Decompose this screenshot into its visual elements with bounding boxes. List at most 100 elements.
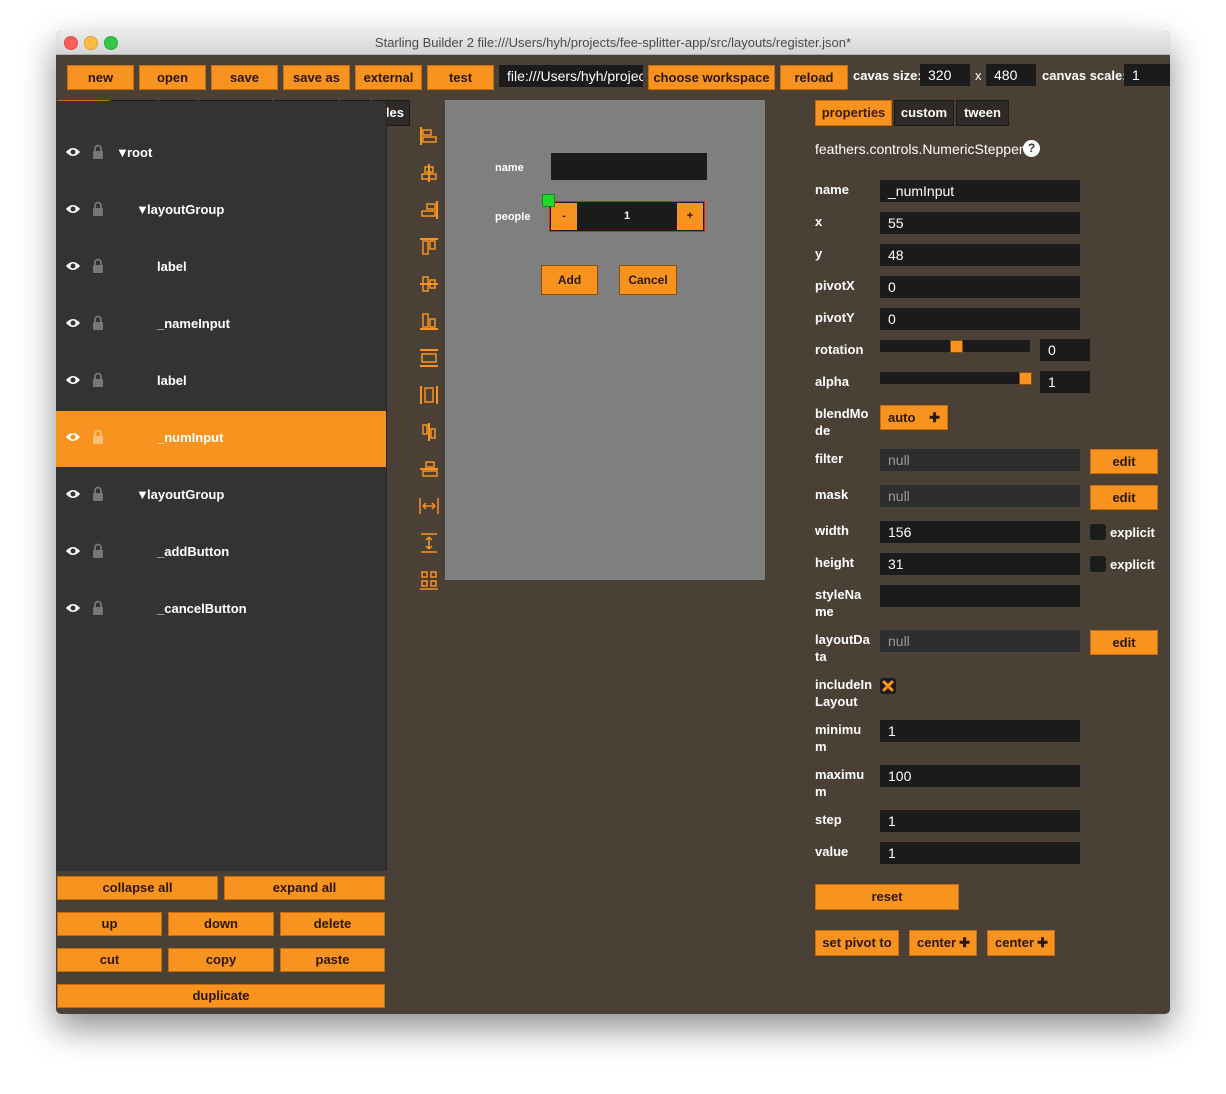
align-center-h-icon[interactable] xyxy=(418,162,440,184)
lock-icon[interactable] xyxy=(92,315,104,330)
prop-stylename-field[interactable] xyxy=(880,585,1080,607)
test-button[interactable]: test xyxy=(427,65,494,90)
prop-name-field[interactable]: _numInput xyxy=(880,180,1080,202)
delete-button[interactable]: delete xyxy=(280,912,385,936)
stage-name-input[interactable] xyxy=(551,153,707,180)
alpha-slider-thumb[interactable] xyxy=(1019,372,1032,385)
align-bottom-icon[interactable] xyxy=(418,310,440,332)
tree-row-layoutgroup-2[interactable]: ▼ layoutGroup xyxy=(56,468,386,524)
reload-button[interactable]: reload xyxy=(780,65,848,90)
lock-icon[interactable] xyxy=(92,486,104,501)
visibility-eye-icon[interactable] xyxy=(65,431,81,443)
open-button[interactable]: open xyxy=(139,65,206,90)
copy-button[interactable]: copy xyxy=(168,948,274,972)
filter-edit-button[interactable]: edit xyxy=(1090,449,1158,474)
visibility-eye-icon[interactable] xyxy=(65,203,81,215)
tab-properties[interactable]: properties xyxy=(815,100,892,126)
prop-mask-field[interactable]: null xyxy=(880,485,1080,507)
stage-canvas[interactable]: name people - 1 + Add Cancel xyxy=(445,100,765,580)
prop-height-field[interactable]: 31 xyxy=(880,553,1080,575)
down-button[interactable]: down xyxy=(168,912,274,936)
canvas-width-field[interactable]: 320 xyxy=(920,64,970,86)
prop-pivotx-field[interactable]: 0 xyxy=(880,276,1080,298)
prop-step-field[interactable]: 1 xyxy=(880,810,1080,832)
visibility-eye-icon[interactable] xyxy=(65,374,81,386)
space-h-icon[interactable] xyxy=(418,495,440,517)
canvas-height-field[interactable]: 480 xyxy=(986,64,1036,86)
lock-icon[interactable] xyxy=(92,258,104,273)
lock-icon[interactable] xyxy=(92,201,104,216)
prop-pivoty-field[interactable]: 0 xyxy=(880,308,1080,330)
tab-custom[interactable]: custom xyxy=(894,100,954,126)
stage-cancel-button[interactable]: Cancel xyxy=(619,265,677,295)
help-icon[interactable]: ? xyxy=(1023,140,1040,157)
save-button[interactable]: save xyxy=(211,65,278,90)
tree-row-layoutgroup[interactable]: ▼ layoutGroup xyxy=(56,183,386,239)
choose-workspace-button[interactable]: choose workspace xyxy=(648,65,775,90)
visibility-eye-icon[interactable] xyxy=(65,260,81,272)
lock-icon[interactable] xyxy=(92,144,104,159)
tree-row-label-2[interactable]: label xyxy=(56,354,386,410)
external-button[interactable]: external xyxy=(355,65,422,90)
space-v-icon[interactable] xyxy=(418,532,440,554)
stepper-value[interactable]: 1 xyxy=(577,203,677,230)
lock-icon[interactable] xyxy=(92,543,104,558)
prop-x-field[interactable]: 55 xyxy=(880,212,1080,234)
distribute-h-icon[interactable] xyxy=(418,458,440,480)
prop-alpha-field[interactable]: 1 xyxy=(1040,371,1090,393)
tree-row-numinput[interactable]: _numInput xyxy=(56,411,386,467)
collapse-all-button[interactable]: collapse all xyxy=(57,876,218,900)
prop-filter-field[interactable]: null xyxy=(880,449,1080,471)
visibility-eye-icon[interactable] xyxy=(65,602,81,614)
duplicate-button[interactable]: duplicate xyxy=(57,984,385,1008)
selection-handle[interactable] xyxy=(542,194,555,207)
width-explicit-checkbox[interactable] xyxy=(1090,524,1106,540)
mask-edit-button[interactable]: edit xyxy=(1090,485,1158,510)
prop-width-field[interactable]: 156 xyxy=(880,521,1080,543)
pivot-x-center-dropdown[interactable]: center ✚ xyxy=(909,930,977,956)
paste-button[interactable]: paste xyxy=(280,948,385,972)
pivot-y-center-dropdown[interactable]: center ✚ xyxy=(987,930,1055,956)
align-left-icon[interactable] xyxy=(418,125,440,147)
align-top-icon[interactable] xyxy=(418,236,440,258)
layoutdata-edit-button[interactable]: edit xyxy=(1090,630,1158,655)
prop-y-field[interactable]: 48 xyxy=(880,244,1080,266)
prop-layoutdata-field[interactable]: null xyxy=(880,630,1080,652)
set-pivot-to-button[interactable]: set pivot to xyxy=(815,930,899,956)
rotation-slider[interactable] xyxy=(880,340,1030,353)
visibility-eye-icon[interactable] xyxy=(65,146,81,158)
includeinlayout-checkbox[interactable] xyxy=(880,678,896,694)
lock-icon[interactable] xyxy=(92,429,104,444)
distribute-left-icon[interactable] xyxy=(418,384,440,406)
up-button[interactable]: up xyxy=(57,912,162,936)
visibility-eye-icon[interactable] xyxy=(65,317,81,329)
lock-icon[interactable] xyxy=(92,372,104,387)
canvas-scale-field[interactable]: 1 xyxy=(1124,64,1170,86)
stage-add-button[interactable]: Add xyxy=(541,265,598,295)
expand-all-button[interactable]: expand all xyxy=(224,876,385,900)
cut-button[interactable]: cut xyxy=(57,948,162,972)
blendmode-dropdown[interactable]: auto ✚ xyxy=(880,405,948,430)
workspace-path-field[interactable]: file:///Users/hyh/projects/fee-splitter-… xyxy=(499,65,643,87)
distribute-top-icon[interactable] xyxy=(418,347,440,369)
prop-rotation-field[interactable]: 0 xyxy=(1040,339,1090,361)
tab-tween[interactable]: tween xyxy=(956,100,1009,126)
tree-row-cancelbutton[interactable]: _cancelButton xyxy=(56,582,386,638)
reset-button[interactable]: reset xyxy=(815,884,959,910)
stage-numeric-stepper[interactable]: - 1 + xyxy=(549,201,705,232)
prop-value-field[interactable]: 1 xyxy=(880,842,1080,864)
visibility-eye-icon[interactable] xyxy=(65,545,81,557)
new-button[interactable]: new xyxy=(67,65,134,90)
height-explicit-checkbox[interactable] xyxy=(1090,556,1106,572)
save-as-button[interactable]: save as xyxy=(283,65,350,90)
stepper-decrement-button[interactable]: - xyxy=(551,203,577,230)
grid-icon[interactable] xyxy=(418,569,440,591)
rotation-slider-thumb[interactable] xyxy=(950,340,963,353)
lock-icon[interactable] xyxy=(92,600,104,615)
tree-row-nameinput[interactable]: _nameInput xyxy=(56,297,386,353)
align-center-v-icon[interactable] xyxy=(418,273,440,295)
tree-row-root[interactable]: ▼ root xyxy=(56,126,386,182)
prop-minimum-field[interactable]: 1 xyxy=(880,720,1080,742)
tree-row-addbutton[interactable]: _addButton xyxy=(56,525,386,581)
tree-row-label-1[interactable]: label xyxy=(56,240,386,296)
